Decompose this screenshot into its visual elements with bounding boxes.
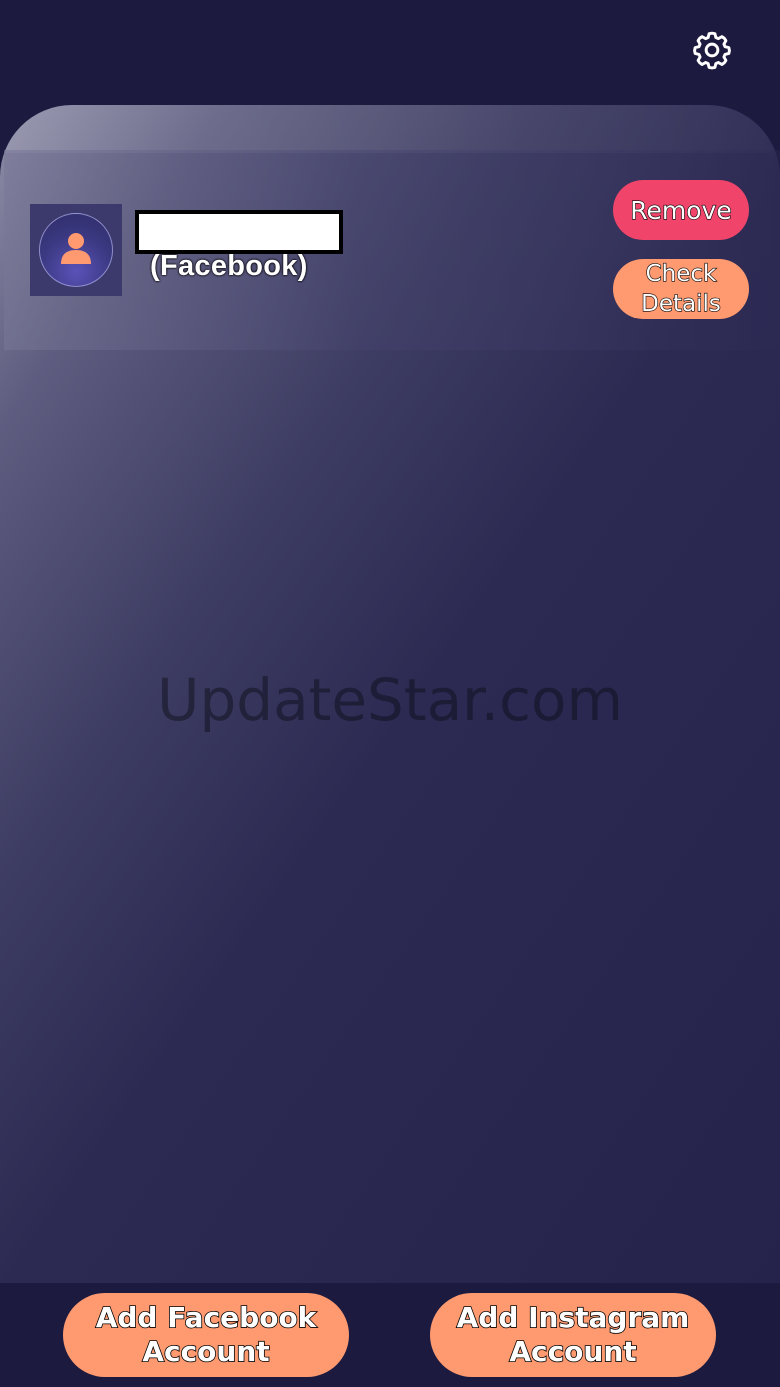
- account-name: [135, 210, 343, 254]
- avatar-circle: [39, 213, 113, 287]
- check-details-button[interactable]: Check Details: [613, 259, 749, 319]
- remove-account-button[interactable]: Remove: [613, 180, 749, 240]
- add-instagram-account-button[interactable]: Add Instagram Account: [430, 1293, 716, 1377]
- gear-icon: [690, 28, 734, 77]
- account-platform-label: (Facebook): [150, 250, 308, 282]
- add-facebook-account-button[interactable]: Add Facebook Account: [63, 1293, 349, 1377]
- panel-sheen: [0, 105, 780, 153]
- user-icon: [56, 228, 96, 273]
- avatar: [30, 204, 122, 296]
- watermark: UpdateStar.com: [157, 666, 623, 734]
- app-screen: (Facebook) Remove Check Details UpdateSt…: [0, 0, 780, 1387]
- settings-button[interactable]: [688, 28, 736, 76]
